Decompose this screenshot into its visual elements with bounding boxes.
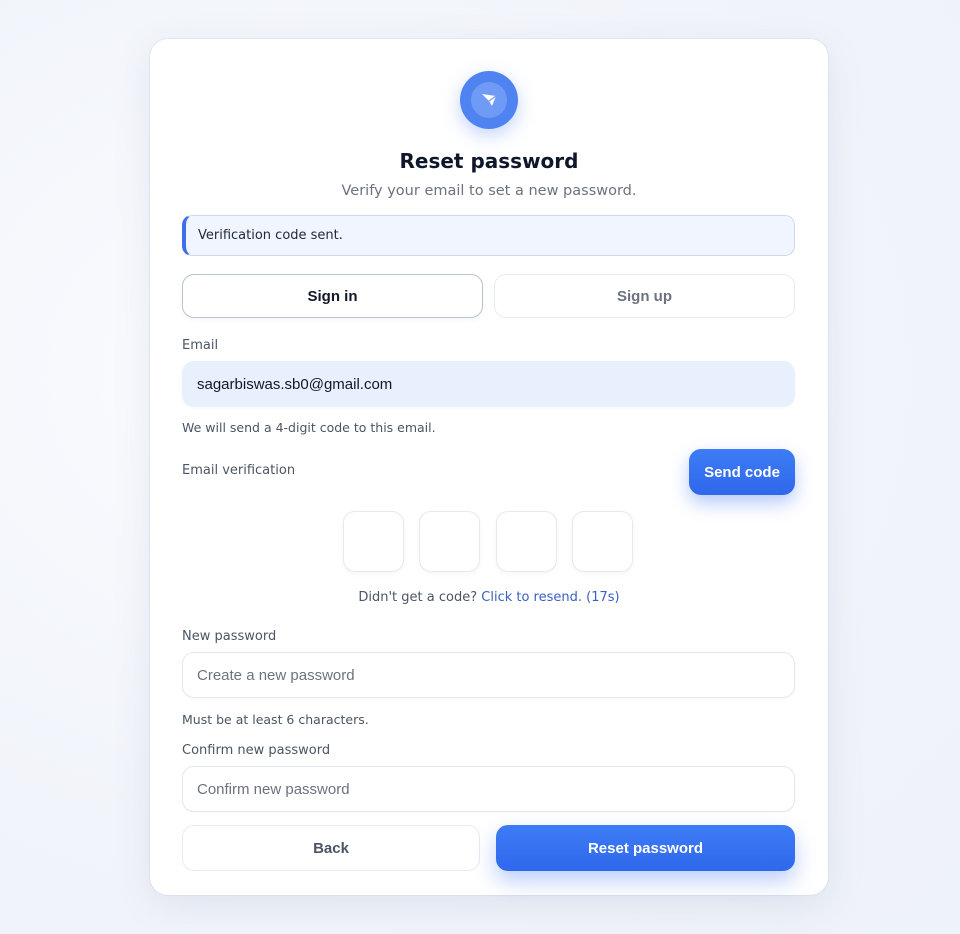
- email-label: Email: [182, 338, 219, 353]
- new-password-label: New password: [182, 629, 277, 644]
- otp-digit-4[interactable]: [572, 511, 633, 572]
- app-logo: [460, 71, 518, 129]
- page-subtitle: Verify your email to set a new password.: [341, 183, 637, 199]
- new-password-field[interactable]: [182, 652, 795, 698]
- resend-text: Didn't get a code? Click to resend. (17s…: [150, 590, 828, 605]
- resend-prefix: Didn't get a code?: [358, 590, 478, 605]
- alert-message: Verification code sent.: [198, 228, 343, 243]
- back-button[interactable]: Back: [182, 825, 480, 871]
- reset-password-button[interactable]: Reset password: [496, 825, 795, 871]
- resend-link[interactable]: Click to resend. (17s): [481, 590, 619, 605]
- otp-digit-1[interactable]: [343, 511, 404, 572]
- new-password-hint: Must be at least 6 characters.: [182, 712, 369, 727]
- otp-digit-3[interactable]: [496, 511, 557, 572]
- verification-label: Email verification: [182, 463, 296, 478]
- auth-tabs: Sign in Sign up: [182, 274, 795, 318]
- send-code-button[interactable]: Send code: [689, 449, 795, 495]
- reset-password-card: Reset password Verify your email to set …: [150, 39, 828, 895]
- otp-digit-2[interactable]: [419, 511, 480, 572]
- paper-plane-icon: [482, 94, 497, 106]
- email-field[interactable]: [182, 361, 795, 407]
- tab-sign-in[interactable]: Sign in: [182, 274, 483, 318]
- email-hint: We will send a 4-digit code to this emai…: [182, 420, 436, 435]
- page-title: Reset password: [399, 149, 579, 173]
- tab-sign-up[interactable]: Sign up: [494, 274, 795, 318]
- confirm-password-field[interactable]: [182, 766, 795, 812]
- confirm-password-label: Confirm new password: [182, 743, 331, 758]
- status-alert: Verification code sent.: [182, 215, 795, 256]
